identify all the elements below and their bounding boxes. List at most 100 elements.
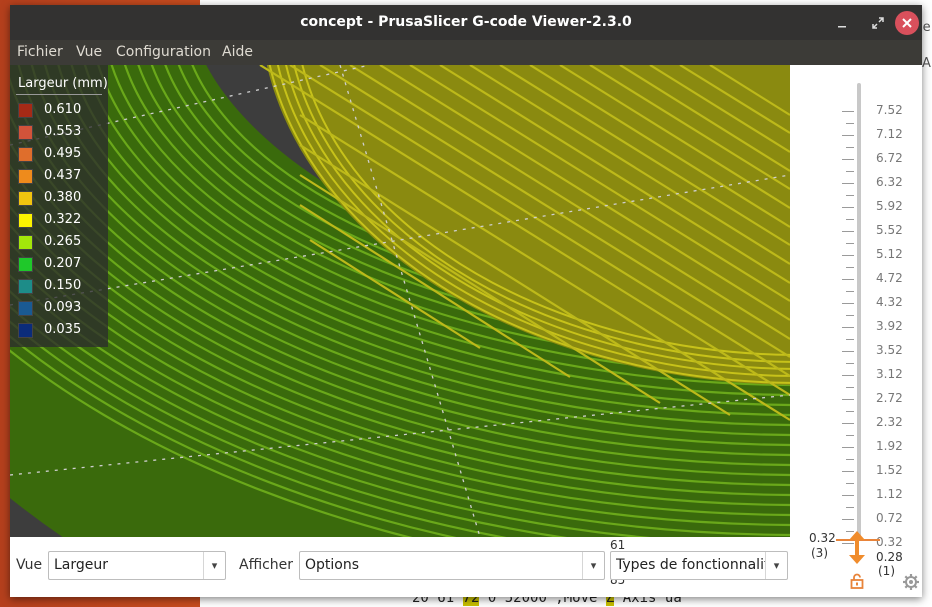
lock-icon[interactable] [850, 573, 864, 589]
menu-view[interactable]: Vue [76, 44, 102, 60]
slider-major-tick [842, 183, 854, 184]
menu-configuration[interactable]: Configuration [116, 44, 211, 60]
options-value: Options [305, 557, 360, 573]
menu-file[interactable]: Fichier [17, 44, 63, 60]
legend-value: 0.437 [44, 168, 82, 183]
slider-minor-tick [846, 459, 854, 460]
slider-minor-tick [846, 267, 854, 268]
slider-tick-label: 5.12 [876, 247, 903, 261]
slider-tick-label: 7.52 [876, 103, 903, 117]
minimize-button[interactable] [832, 13, 852, 33]
slider-minor-tick [846, 387, 854, 388]
slider-major-tick [842, 327, 854, 328]
close-button[interactable] [895, 11, 919, 35]
legend-value: 0.380 [44, 190, 82, 205]
slider-tick-label: 5.92 [876, 199, 903, 213]
slider-tick-label: 5.52 [876, 223, 903, 237]
feature-types-combo[interactable]: Types de fonctionnalit ▾ [610, 551, 788, 580]
slider-major-tick [842, 279, 854, 280]
slider-tick-label: 2.72 [876, 391, 903, 405]
slider-tick-label: 1.52 [876, 463, 903, 477]
upper-height-label: 0.32 [809, 531, 836, 545]
slider-major-tick [842, 231, 854, 232]
slider-major-tick [842, 519, 854, 520]
legend-title: Largeur (mm) [18, 76, 108, 91]
menu-help[interactable]: Aide [222, 44, 253, 60]
options-combo[interactable]: Options ▾ [299, 551, 605, 580]
slider-tick-label: 2.32 [876, 415, 903, 429]
slider-tick-label: 3.92 [876, 319, 903, 333]
legend-value: 0.093 [44, 300, 82, 315]
lower-height-label: 0.28 [876, 550, 903, 564]
slider-minor-tick [846, 219, 854, 220]
width-legend: Largeur (mm) 0.610 0.553 0.495 0.437 0.3… [10, 65, 108, 347]
feature-types-value: Types de fonctionnalit [616, 557, 766, 573]
legend-swatch [18, 279, 33, 294]
slider-minor-tick [846, 339, 854, 340]
chevron-down-icon: ▾ [765, 552, 787, 579]
slider-minor-tick [846, 435, 854, 436]
legend-swatch [18, 125, 33, 140]
slider-major-tick [842, 423, 854, 424]
slider-major-tick [842, 303, 854, 304]
slider-minor-tick [846, 315, 854, 316]
maximize-button[interactable] [868, 13, 888, 33]
background-tab-fragment-2: Ar [922, 56, 932, 71]
slider-major-tick [842, 159, 854, 160]
layer-slider-track[interactable] [857, 83, 861, 538]
view-type-label: Vue [16, 557, 43, 573]
slider-major-tick [842, 207, 854, 208]
slider-minor-tick [846, 147, 854, 148]
maximize-icon [872, 17, 884, 29]
legend-value: 0.265 [44, 234, 82, 249]
slider-tick-label: 4.32 [876, 295, 903, 309]
slider-tick-label: 3.12 [876, 367, 903, 381]
slider-major-tick [842, 255, 854, 256]
slider-tick-label: 0.72 [876, 511, 903, 525]
slider-minor-tick [846, 411, 854, 412]
legend-swatch [18, 213, 33, 228]
legend-swatch [18, 147, 33, 162]
slider-minor-tick [846, 123, 854, 124]
legend-value: 0.150 [44, 278, 82, 293]
gcode-viewer-window: concept - PrusaSlicer G-code Viewer-2.3.… [10, 5, 922, 597]
legend-value: 0.553 [44, 124, 82, 139]
view-type-combo[interactable]: Largeur ▾ [48, 551, 226, 580]
slider-major-tick [842, 399, 854, 400]
legend-divider [16, 94, 102, 95]
legend-swatch [18, 301, 33, 316]
slider-major-tick [842, 471, 854, 472]
slider-tick-label: 3.52 [876, 343, 903, 357]
slider-tick-label: 6.32 [876, 175, 903, 189]
legend-value: 0.322 [44, 212, 82, 227]
3d-viewport[interactable] [10, 65, 790, 537]
chevron-down-icon: ▾ [203, 552, 225, 579]
slider-major-tick [842, 111, 854, 112]
legend-value: 0.495 [44, 146, 82, 161]
bottom-toolbar: Vue Largeur ▾ Afficher Options ▾ 61 85 T… [10, 537, 790, 597]
slider-major-tick [842, 135, 854, 136]
slider-major-tick [842, 447, 854, 448]
legend-value: 0.207 [44, 256, 82, 271]
slider-tick-label: 1.92 [876, 439, 903, 453]
slider-minor-tick [846, 195, 854, 196]
gear-icon[interactable] [902, 573, 920, 591]
legend-value: 0.035 [44, 322, 82, 337]
slider-minor-tick [846, 291, 854, 292]
legend-swatch [18, 191, 33, 206]
slider-major-tick [842, 495, 854, 496]
legend-value: 0.610 [44, 102, 82, 117]
close-icon [902, 18, 912, 28]
slider-minor-tick [846, 243, 854, 244]
slider-tick-label: 1.12 [876, 487, 903, 501]
show-label: Afficher [239, 557, 294, 573]
legend-swatch [18, 169, 33, 184]
layer-slider-panel: 7.52 7.12 6.72 6.32 5.92 5.52 5.12 4.72 4.32 3.92… [790, 65, 922, 597]
menu-bar: Fichier Vue Configuration Aide [10, 40, 922, 65]
window-title: concept - PrusaSlicer G-code Viewer-2.3.… [300, 14, 632, 30]
slider-minor-tick [846, 507, 854, 508]
lower-layer-label: (1) [878, 564, 895, 578]
title-bar[interactable]: concept - PrusaSlicer G-code Viewer-2.3.… [10, 5, 922, 40]
lower-thumb[interactable] [849, 555, 865, 564]
minimize-icon [838, 26, 846, 28]
